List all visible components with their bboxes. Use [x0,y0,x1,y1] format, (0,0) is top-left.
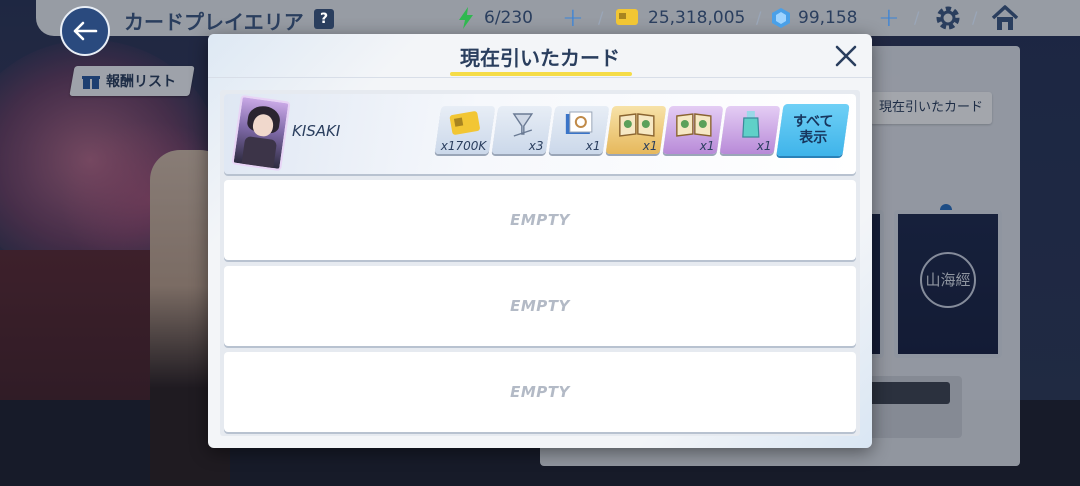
reward-item[interactable]: x1 [548,106,610,154]
reward-item[interactable]: x1 [719,106,781,154]
book-purple-icon [676,113,712,137]
list-item: EMPTY [224,352,856,432]
add-stamina-button[interactable]: + [562,3,584,33]
stamina-value: 6/230 [484,8,533,28]
close-icon [835,45,857,67]
item-count: x1700K [441,139,487,153]
potion-icon [742,111,760,138]
add-gems-button[interactable]: + [878,3,900,33]
empty-label: EMPTY [510,383,570,401]
gem-icon [772,8,790,28]
item-count: x1 [700,139,715,153]
list-item: EMPTY [224,266,856,346]
item-count: x1 [586,139,601,153]
title-underline [450,72,632,76]
gear-icon[interactable] [934,4,962,32]
help-button[interactable]: ? [314,9,334,29]
card-list: KISAKI x1700K x3 x1 x1 x1 x1 すべて 表示 EMPT… [220,90,860,436]
item-count: x3 [529,139,544,153]
lightning-icon [459,7,473,29]
credit-card-icon [449,111,480,135]
reward-item[interactable]: x1 [605,106,667,154]
flask-icon [512,113,534,137]
credits-value: 25,318,005 [648,8,746,28]
watch-report-icon [565,111,593,134]
reward-item[interactable]: x1700K [434,106,496,154]
current-cards-dialog: 現在引いたカード KISAKI x1700K x3 x1 x1 x1 x1 すべ… [208,34,872,448]
close-button[interactable] [832,42,860,70]
reward-item[interactable]: x3 [491,106,553,154]
credit-icon [616,9,638,25]
empty-label: EMPTY [510,211,570,229]
home-icon[interactable] [990,4,1020,32]
show-all-label: すべて 表示 [792,114,834,146]
arrow-left-icon [73,21,98,41]
list-item: EMPTY [224,180,856,260]
character-portrait [231,94,291,172]
item-count: x1 [757,139,772,153]
back-button[interactable] [60,6,110,56]
dialog-title: 現在引いたカード [460,46,620,70]
reward-item[interactable]: x1 [662,106,724,154]
book-gold-icon [619,113,655,137]
dialog-header: 現在引いたカード [208,34,872,78]
gems-value: 99,158 [798,8,858,28]
show-all-button[interactable]: すべて 表示 [776,104,850,156]
item-count: x1 [643,139,658,153]
empty-label: EMPTY [510,297,570,315]
page-title: カードプレイエリア [124,10,304,34]
list-item: KISAKI x1700K x3 x1 x1 x1 x1 すべて 表示 [224,94,856,174]
character-name: KISAKI [292,122,341,140]
